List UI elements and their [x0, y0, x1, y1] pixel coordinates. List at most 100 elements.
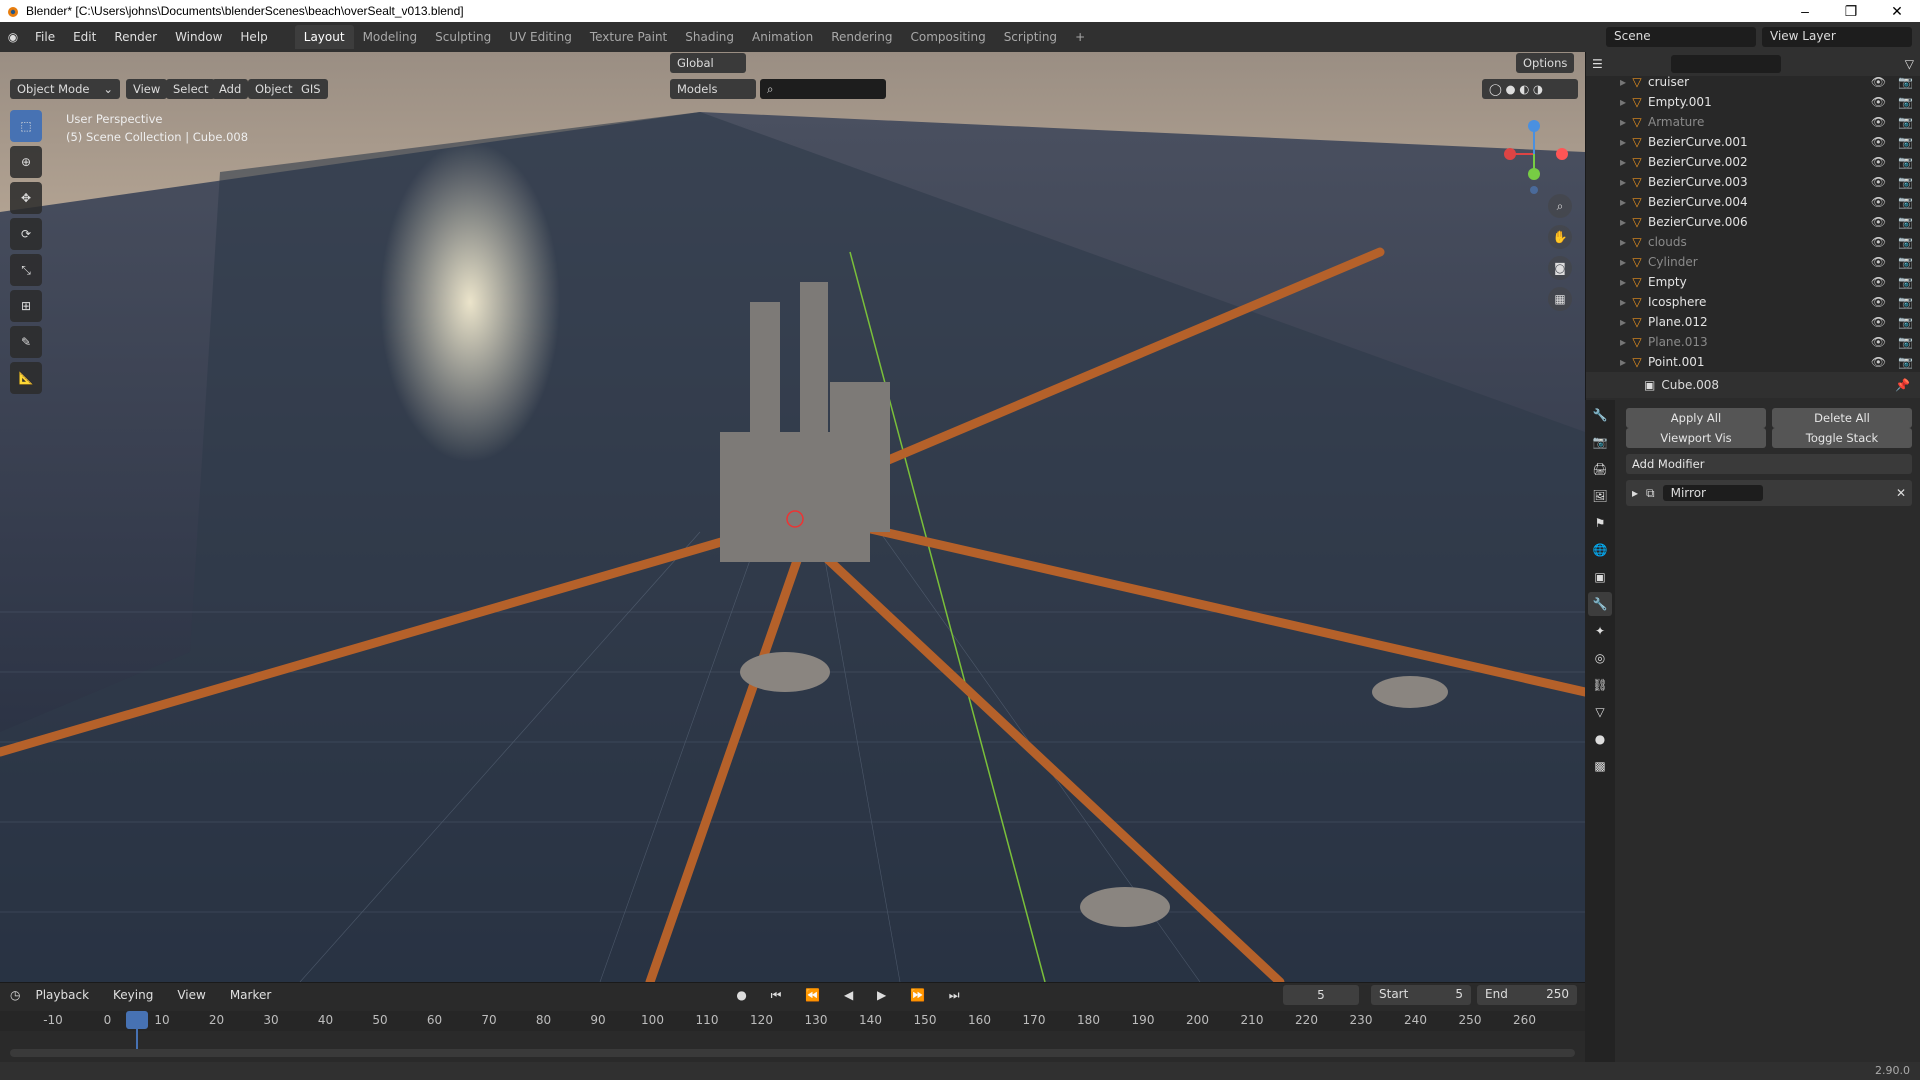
world-tab-icon[interactable]: 🌐	[1588, 538, 1612, 562]
expand-arrow-icon[interactable]: ▸	[1632, 486, 1638, 500]
render-camera-icon[interactable]: 📷	[1898, 355, 1913, 369]
visibility-eye-icon[interactable]: 👁	[1871, 355, 1886, 369]
tab-rendering[interactable]: Rendering	[822, 25, 901, 49]
menu-render[interactable]: Render	[105, 30, 166, 44]
visibility-eye-icon[interactable]: 👁	[1871, 95, 1886, 109]
render-camera-icon[interactable]: 📷	[1898, 295, 1913, 309]
menu-marker[interactable]: Marker	[221, 988, 280, 1002]
modifier-mirror-panel[interactable]: ▸ ⧉ Mirror ✕	[1626, 480, 1912, 506]
mode-selector[interactable]: Object Mode ⌄	[10, 79, 120, 99]
constraints-tab-icon[interactable]: ⛓	[1588, 673, 1612, 697]
viewport-search-input[interactable]: ⌕	[760, 79, 886, 99]
render-camera-icon[interactable]: 📷	[1898, 75, 1913, 89]
expand-arrow-icon[interactable]: ▸	[1586, 95, 1626, 109]
visibility-eye-icon[interactable]: 👁	[1871, 115, 1886, 129]
outliner-search-input[interactable]	[1670, 55, 1781, 73]
3d-viewport[interactable]: User Perspective (5) Scene Collection | …	[0, 52, 1585, 982]
texture-tab-icon[interactable]: ▩	[1588, 754, 1612, 778]
menu-timeline-view[interactable]: View	[168, 988, 214, 1002]
outliner-item[interactable]: ▸ ▽ BezierCurve.002 👁 📷	[1586, 152, 1920, 172]
tab-modeling[interactable]: Modeling	[354, 25, 427, 49]
tab-texture-paint[interactable]: Texture Paint	[581, 25, 676, 49]
expand-arrow-icon[interactable]: ▸	[1586, 75, 1626, 89]
render-camera-icon[interactable]: 📷	[1898, 315, 1913, 329]
add-modifier-dropdown[interactable]: Add Modifier	[1626, 454, 1912, 474]
menu-gis[interactable]: GIS	[294, 79, 328, 99]
measure-tool-icon[interactable]: 📐	[10, 362, 42, 394]
outliner-item[interactable]: ▸ ▽ BezierCurve.003 👁 📷	[1586, 172, 1920, 192]
transform-orientation-dropdown[interactable]: Global	[670, 53, 746, 73]
timeline-editor-icon[interactable]: ◷	[10, 988, 20, 1002]
toggle-stack-button[interactable]: Toggle Stack	[1772, 428, 1912, 448]
menu-file[interactable]: File	[26, 30, 64, 44]
visibility-eye-icon[interactable]: 👁	[1871, 235, 1886, 249]
menu-select[interactable]: Select	[166, 79, 216, 99]
annotate-tool-icon[interactable]: ✎	[10, 326, 42, 358]
outliner-item[interactable]: ▸ ▽ Point.001 👁 📷	[1586, 352, 1920, 372]
render-camera-icon[interactable]: 📷	[1898, 255, 1913, 269]
expand-arrow-icon[interactable]: ▸	[1586, 195, 1626, 209]
zoom-icon[interactable]: ⌕	[1548, 194, 1572, 218]
playback-controls[interactable]: ● ⏮ ⏪ ◀ ▶ ⏩ ⏭	[736, 988, 969, 1003]
modifier-tab-icon[interactable]: 🔧	[1588, 592, 1612, 616]
cursor-tool-icon[interactable]: ⊕	[10, 146, 42, 178]
tab-sculpting[interactable]: Sculpting	[426, 25, 500, 49]
transform-tool-icon[interactable]: ⊞	[10, 290, 42, 322]
view-layer-selector[interactable]: View Layer	[1762, 27, 1912, 47]
remove-modifier-icon[interactable]: ✕	[1896, 486, 1906, 500]
visibility-eye-icon[interactable]: 👁	[1871, 335, 1886, 349]
view-layer-tab-icon[interactable]: 🖼	[1588, 484, 1612, 508]
ortho-grid-icon[interactable]: ▦	[1548, 287, 1572, 311]
selectability-dropdown[interactable]: Models	[670, 79, 756, 99]
expand-arrow-icon[interactable]: ▸	[1586, 275, 1626, 289]
playhead[interactable]	[126, 1011, 148, 1029]
rotate-tool-icon[interactable]: ⟳	[10, 218, 42, 250]
tab-animation[interactable]: Animation	[743, 25, 822, 49]
camera-view-icon[interactable]: ◙	[1548, 256, 1572, 280]
tab-layout[interactable]: Layout	[294, 25, 354, 49]
apply-all-button[interactable]: Apply All	[1626, 408, 1766, 428]
render-camera-icon[interactable]: 📷	[1898, 215, 1913, 229]
expand-arrow-icon[interactable]: ▸	[1586, 115, 1626, 129]
scale-tool-icon[interactable]: ⤡	[10, 254, 42, 286]
current-frame-field[interactable]: 5	[1283, 985, 1359, 1005]
menu-help[interactable]: Help	[231, 30, 276, 44]
expand-arrow-icon[interactable]: ▸	[1586, 335, 1626, 349]
shading-modes[interactable]: ◯ ● ◐ ◑	[1482, 79, 1578, 99]
output-tab-icon[interactable]: 🖨	[1588, 457, 1612, 481]
outliner-item[interactable]: ▸ ▽ Icosphere 👁 📷	[1586, 292, 1920, 312]
maximize-button[interactable]: ❐	[1828, 3, 1874, 20]
outliner-item[interactable]: ▸ ▽ cruiser 👁 📷	[1586, 72, 1920, 92]
scene-selector[interactable]: Scene	[1606, 27, 1756, 47]
expand-arrow-icon[interactable]: ▸	[1586, 295, 1626, 309]
pan-hand-icon[interactable]: ✋	[1548, 225, 1572, 249]
outliner-item[interactable]: ▸ ▽ Plane.013 👁 📷	[1586, 332, 1920, 352]
outliner-item[interactable]: ▸ ▽ clouds 👁 📷	[1586, 232, 1920, 252]
menu-add[interactable]: Add	[212, 79, 249, 99]
menu-playback[interactable]: Playback	[26, 988, 98, 1002]
close-button[interactable]: ✕	[1874, 3, 1920, 20]
viewport-vis-button[interactable]: Viewport Vis	[1626, 428, 1766, 448]
pin-icon[interactable]: 📌	[1895, 378, 1910, 392]
render-camera-icon[interactable]: 📷	[1898, 175, 1913, 189]
menu-edit[interactable]: Edit	[64, 30, 105, 44]
minimize-button[interactable]: –	[1782, 3, 1828, 20]
outliner-item[interactable]: ▸ ▽ Empty.001 👁 📷	[1586, 92, 1920, 112]
visibility-eye-icon[interactable]: 👁	[1871, 175, 1886, 189]
render-camera-icon[interactable]: 📷	[1898, 275, 1913, 289]
particles-tab-icon[interactable]: ✦	[1588, 619, 1612, 643]
tab-scripting[interactable]: Scripting	[995, 25, 1066, 49]
modifier-name-field[interactable]: Mirror	[1662, 485, 1763, 501]
visibility-eye-icon[interactable]: 👁	[1871, 315, 1886, 329]
data-tab-icon[interactable]: ▽	[1588, 700, 1612, 724]
render-camera-icon[interactable]: 📷	[1898, 155, 1913, 169]
outliner-item[interactable]: ▸ ▽ BezierCurve.004 👁 📷	[1586, 192, 1920, 212]
outliner-item[interactable]: ▸ ▽ Empty 👁 📷	[1586, 272, 1920, 292]
render-camera-icon[interactable]: 📷	[1898, 135, 1913, 149]
end-frame-field[interactable]: End 250	[1477, 985, 1577, 1005]
visibility-eye-icon[interactable]: 👁	[1871, 135, 1886, 149]
object-tab-icon[interactable]: ▣	[1588, 565, 1612, 589]
render-camera-icon[interactable]: 📷	[1898, 235, 1913, 249]
timeline-scrollbar[interactable]	[10, 1049, 1575, 1057]
outliner-item[interactable]: ▸ ▽ BezierCurve.001 👁 📷	[1586, 132, 1920, 152]
